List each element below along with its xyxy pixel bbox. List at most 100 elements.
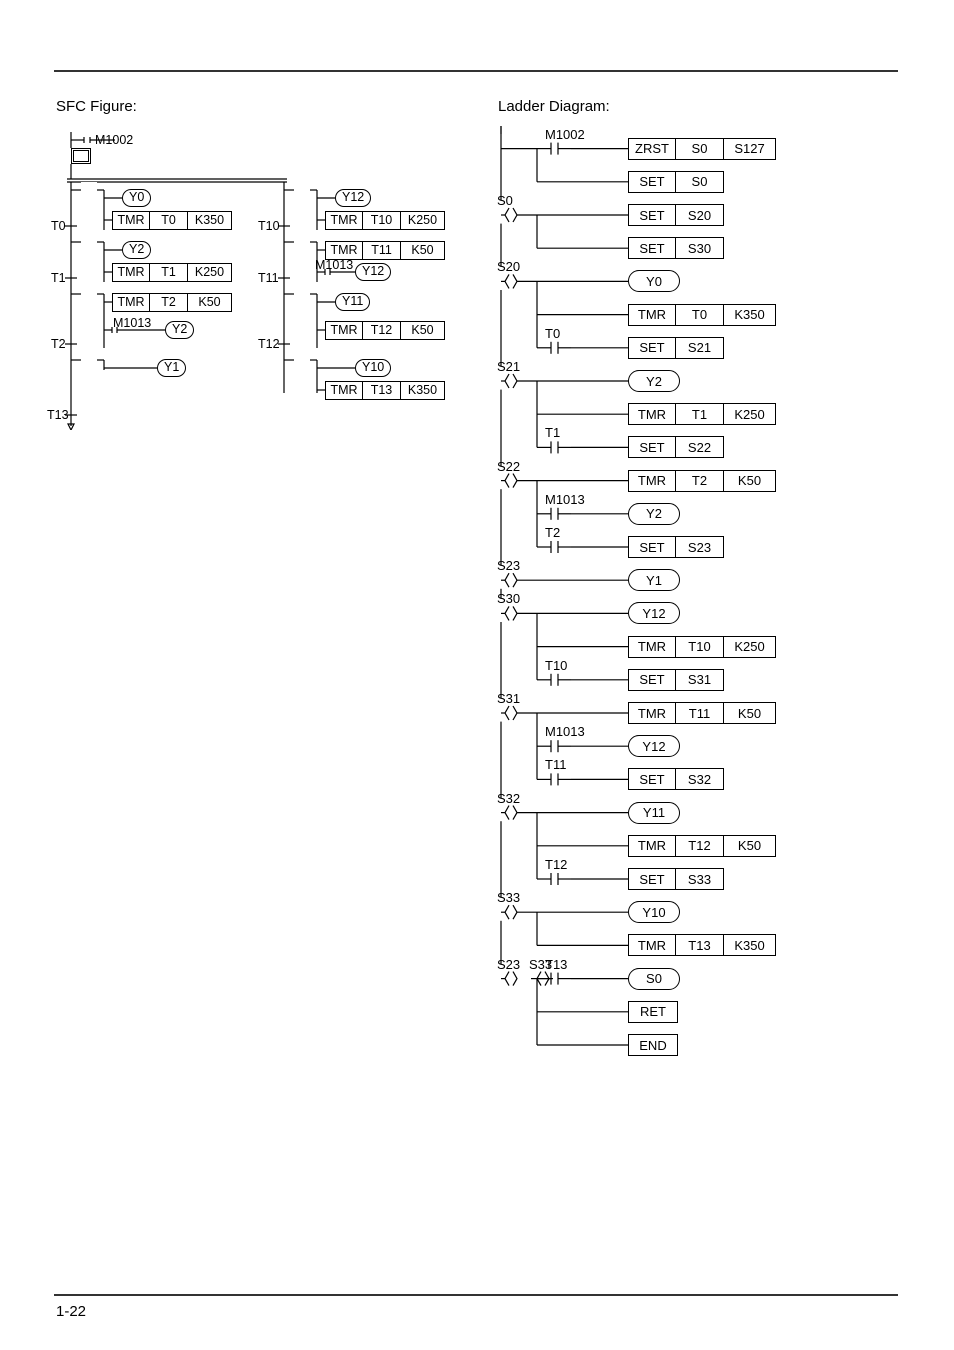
sfc-box: K50	[401, 321, 445, 340]
ladder-step-label: S32	[497, 791, 520, 806]
sfc-box: K50	[401, 241, 445, 260]
ladder-output-box: TMR	[628, 934, 676, 956]
sfc-box: TMR	[325, 211, 363, 230]
ladder-output-box: TMR	[628, 835, 676, 857]
ladder-output-box: S23	[676, 536, 724, 558]
ladder-step-label: S22	[497, 459, 520, 474]
ladder-output-box: TMR	[628, 702, 676, 724]
ladder-output-coil: Y2	[628, 503, 680, 525]
header-rule	[54, 70, 898, 72]
sfc-coil: Y12	[355, 263, 391, 281]
sfc-transition: T12	[258, 337, 280, 351]
sfc-coil: Y0	[122, 189, 151, 207]
ladder-output-box: SET	[628, 436, 676, 458]
ladder-step-label: S21	[497, 359, 520, 374]
page-number: 1-22	[56, 1303, 86, 1320]
sfc-box: K250	[188, 263, 232, 282]
footer-rule	[54, 1294, 898, 1296]
ladder-step-label: S33	[497, 890, 520, 905]
ladder-output-box: S31	[676, 669, 724, 691]
ladder-output-box: K250	[724, 403, 776, 425]
sfc-figure: M1002 T0 T1 T2 T13 Y0 TMR T0 K350 Y2 TMR…	[57, 130, 477, 430]
ladder-output-box: S21	[676, 337, 724, 359]
ladder-contact-label: T12	[545, 857, 567, 872]
ladder-output-box: S22	[676, 436, 724, 458]
ladder-output-box: END	[628, 1034, 678, 1056]
ladder-step-label: S30	[497, 591, 520, 606]
ladder-output-box: SET	[628, 237, 676, 259]
ladder-contact-label: T0	[545, 326, 560, 341]
sfc-box: K250	[401, 211, 445, 230]
sfc-coil: Y10	[355, 359, 391, 377]
ladder-diagram: M1002ZRSTS0S127SETS0S0SETS20SETS30S20Y0T…	[493, 126, 893, 1066]
sfc-box: T13	[363, 381, 401, 400]
sfc-transition: T13	[47, 408, 69, 422]
sfc-transition: T0	[51, 219, 66, 233]
sfc-coil: Y2	[122, 241, 151, 259]
ladder-output-box: T0	[676, 304, 724, 326]
ladder-output-coil: Y12	[628, 602, 680, 624]
ladder-output-box: TMR	[628, 636, 676, 658]
ladder-output-box: K250	[724, 636, 776, 658]
ladder-output-coil: Y11	[628, 802, 680, 824]
ladder-output-box: TMR	[628, 403, 676, 425]
ladder-diagram-heading: Ladder Diagram:	[498, 98, 610, 115]
sfc-box: T11	[363, 241, 401, 260]
sfc-contact-label: M1013	[315, 258, 353, 272]
sfc-box: TMR	[112, 263, 150, 282]
sfc-box: TMR	[112, 293, 150, 312]
ladder-output-coil: Y10	[628, 901, 680, 923]
ladder-output-box: SET	[628, 768, 676, 790]
ladder-output-box: S33	[676, 868, 724, 890]
ladder-output-coil: Y2	[628, 370, 680, 392]
ladder-output-box: K50	[724, 470, 776, 492]
ladder-output-box: SET	[628, 337, 676, 359]
sfc-box: T12	[363, 321, 401, 340]
ladder-step-label: S23	[497, 957, 520, 972]
sfc-transition: T2	[51, 337, 66, 351]
ladder-output-box: TMR	[628, 470, 676, 492]
ladder-output-box: S0	[676, 138, 724, 160]
ladder-output-box: SET	[628, 204, 676, 226]
sfc-figure-heading: SFC Figure:	[56, 98, 137, 115]
sfc-transition: T1	[51, 271, 66, 285]
sfc-box: TMR	[325, 321, 363, 340]
ladder-output-box: S0	[676, 171, 724, 193]
sfc-box: T2	[150, 293, 188, 312]
ladder-output-box: S30	[676, 237, 724, 259]
ladder-output-box: K50	[724, 702, 776, 724]
ladder-output-box: K350	[724, 304, 776, 326]
ladder-output-box: S20	[676, 204, 724, 226]
ladder-output-box: K50	[724, 835, 776, 857]
ladder-output-box: T13	[676, 934, 724, 956]
ladder-output-box: K350	[724, 934, 776, 956]
sfc-box: T1	[150, 263, 188, 282]
ladder-step-label: S20	[497, 259, 520, 274]
ladder-output-box: S127	[724, 138, 776, 160]
sfc-initial-contact: M1002	[95, 133, 133, 147]
sfc-box: K350	[401, 381, 445, 400]
sfc-coil: Y12	[335, 189, 371, 207]
ladder-step-label: S23	[497, 558, 520, 573]
sfc-transition: T10	[258, 219, 280, 233]
ladder-output-coil: Y12	[628, 735, 680, 757]
sfc-box: T0	[150, 211, 188, 230]
ladder-output-box: S32	[676, 768, 724, 790]
sfc-box: T10	[363, 211, 401, 230]
ladder-contact-label: T1	[545, 425, 560, 440]
sfc-transition: T11	[258, 271, 279, 285]
ladder-output-box: SET	[628, 868, 676, 890]
sfc-box: K350	[188, 211, 232, 230]
ladder-output-box: T1	[676, 403, 724, 425]
ladder-output-box: RET	[628, 1001, 678, 1023]
sfc-coil: Y11	[335, 293, 370, 311]
ladder-output-box: TMR	[628, 304, 676, 326]
ladder-contact-label: T2	[545, 525, 560, 540]
sfc-coil: Y1	[157, 359, 186, 377]
sfc-box: TMR	[325, 381, 363, 400]
ladder-contact-label: T13	[545, 957, 567, 972]
ladder-contact-label: M1013	[545, 492, 585, 507]
ladder-output-box: T11	[676, 702, 724, 724]
ladder-output-box: T12	[676, 835, 724, 857]
ladder-output-box: T2	[676, 470, 724, 492]
